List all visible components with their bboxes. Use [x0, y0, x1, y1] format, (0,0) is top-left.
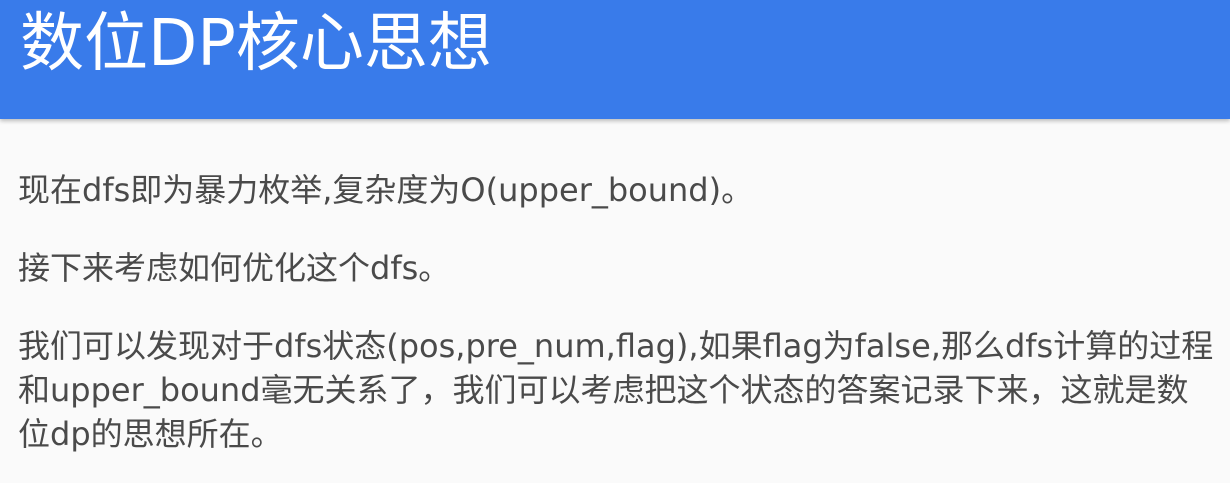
paragraph-digit-dp-idea: 我们可以发现对于dfs状态(pos,pre_num,flag),如果flag为f… — [18, 327, 1214, 453]
paragraph-complexity: 现在dfs即为暴力枚举,复杂度为O(upper_bound)。 — [18, 171, 754, 209]
header-bar: 数位DP核心思想 — [0, 0, 1230, 119]
paragraph-optimize: 接下来考虑如何优化这个dfs。 — [18, 249, 451, 287]
page-title: 数位DP核心思想 — [20, 7, 492, 81]
article-body: 现在dfs即为暴力枚举,复杂度为O(upper_bound)。 接下来考虑如何优… — [18, 168, 1218, 483]
